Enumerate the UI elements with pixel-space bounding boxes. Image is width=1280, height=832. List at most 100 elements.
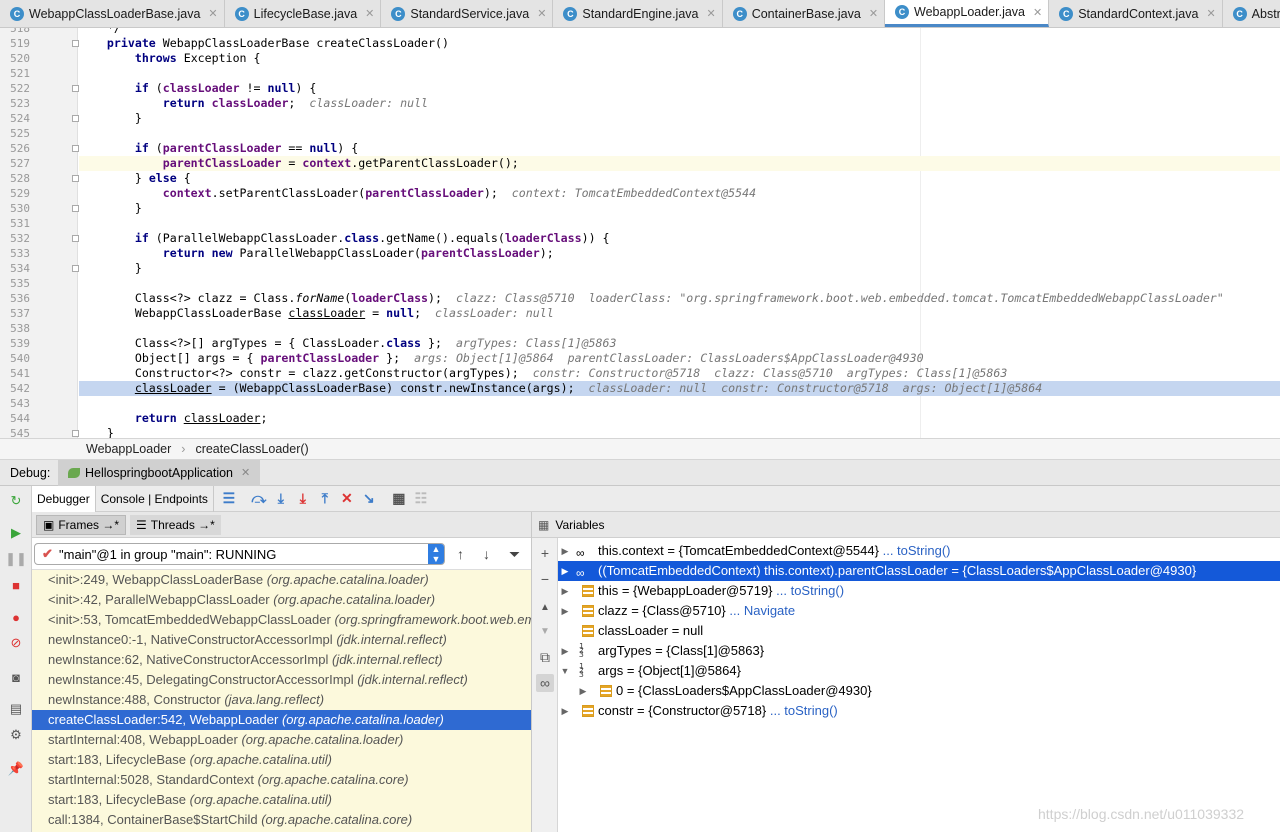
code-line[interactable]: Object[] args = { parentClassLoader }; a… bbox=[79, 351, 1280, 366]
add-watch-icon[interactable]: + bbox=[536, 544, 554, 562]
variables-tree[interactable]: ▶ ∞ this.context = {TomcatEmbeddedContext@… bbox=[558, 538, 1280, 832]
frame-item[interactable]: call:1384, ContainerBase$StartChild (org… bbox=[32, 810, 531, 830]
resume-icon[interactable]: ▶ bbox=[7, 524, 25, 542]
frame-item[interactable]: newInstance:62, NativeConstructorAccesso… bbox=[32, 650, 531, 670]
copy-icon[interactable]: ⧉ bbox=[536, 648, 554, 666]
close-icon[interactable]: ✕ bbox=[706, 7, 715, 20]
step-into-icon[interactable]: ⤓ bbox=[270, 488, 292, 510]
close-icon[interactable]: ✕ bbox=[241, 466, 250, 479]
expand-arrow-icon[interactable]: ▶ bbox=[578, 681, 588, 701]
frame-item[interactable]: <init>:249, WebappClassLoaderBase (org.a… bbox=[32, 570, 531, 590]
code-line[interactable]: } else { bbox=[79, 171, 1280, 186]
expand-arrow-icon[interactable]: ▶ bbox=[560, 701, 570, 721]
code-line[interactable] bbox=[79, 66, 1280, 81]
variable-row[interactable]: ▶ constr = {Constructor@5718} ... toStrin… bbox=[558, 701, 1280, 721]
variable-link[interactable]: ... Navigate bbox=[729, 603, 795, 618]
code-line[interactable] bbox=[79, 126, 1280, 141]
layout-icon[interactable]: ▤ bbox=[7, 700, 25, 718]
close-icon[interactable]: ✕ bbox=[1033, 6, 1042, 19]
pause-icon[interactable]: ❚❚ bbox=[5, 550, 27, 568]
frame-item[interactable]: <init>:42, ParallelWebappClassLoader (or… bbox=[32, 590, 531, 610]
expand-arrow-icon[interactable]: ▶ bbox=[560, 601, 570, 621]
expand-arrow-icon[interactable]: ▶ bbox=[560, 541, 570, 561]
camera-icon[interactable]: ◙ bbox=[7, 668, 25, 686]
fold-marker[interactable] bbox=[72, 115, 79, 122]
code-line[interactable]: } bbox=[79, 111, 1280, 126]
breadcrumb-method[interactable]: createClassLoader() bbox=[195, 442, 308, 456]
thread-select[interactable]: ✔ "main"@1 in group "main": RUNNING ▲ ▼ bbox=[34, 543, 445, 565]
code-line[interactable]: } bbox=[79, 426, 1280, 438]
code-line[interactable]: } bbox=[79, 201, 1280, 216]
remove-watch-icon[interactable]: − bbox=[536, 570, 554, 588]
move-up-icon[interactable]: ▲ bbox=[536, 598, 554, 616]
variable-row[interactable]: ▼ 1 2 3 args = {Object[1]@5864} bbox=[558, 661, 1280, 681]
stop-icon[interactable]: ■ bbox=[7, 576, 25, 594]
code-line[interactable]: context.setParentClassLoader(parentClass… bbox=[79, 186, 1280, 201]
arrow-down-icon[interactable]: ↓ bbox=[483, 546, 490, 562]
code-editor[interactable]: 518 519 520 521 522 523 524 525 526 527 528 529 530 5… bbox=[0, 28, 1280, 438]
move-down-icon[interactable]: ▼ bbox=[536, 622, 554, 640]
frame-item[interactable]: createClassLoader:542, WebappLoader (org… bbox=[32, 710, 531, 730]
tab-3[interactable]: C StandardEngine.java ✕ bbox=[553, 0, 723, 27]
show-watches-icon[interactable]: ∞ bbox=[536, 674, 554, 692]
close-icon[interactable]: ✕ bbox=[869, 7, 878, 20]
expand-arrow-icon[interactable]: ▶ bbox=[560, 641, 570, 661]
frame-item[interactable]: start:183, LifecycleBase (org.apache.cat… bbox=[32, 790, 531, 810]
variable-row[interactable]: ▶ clazz = {Class@5710} ... Navigate bbox=[558, 601, 1280, 621]
fold-marker[interactable] bbox=[72, 145, 79, 152]
code-line[interactable]: WebappClassLoaderBase classLoader = null… bbox=[79, 306, 1280, 321]
fold-marker[interactable] bbox=[72, 205, 79, 212]
code-line[interactable]: */ bbox=[79, 28, 1280, 36]
show-execution-point-icon[interactable]: ☰ bbox=[218, 488, 240, 510]
frame-item[interactable]: startInternal:5028, StandardContext (org… bbox=[32, 770, 531, 790]
settings-icon[interactable]: ⚙ bbox=[7, 726, 25, 744]
frame-item[interactable]: newInstance:488, Constructor (java.lang.… bbox=[32, 690, 531, 710]
tab-1[interactable]: C LifecycleBase.java ✕ bbox=[225, 0, 382, 27]
code-line[interactable]: if (ParallelWebappClassLoader.class.getN… bbox=[79, 231, 1280, 246]
expand-arrow-icon[interactable]: ▼ bbox=[560, 661, 570, 681]
code-line[interactable]: throws Exception { bbox=[79, 51, 1280, 66]
step-out-icon[interactable]: ⤒ bbox=[314, 488, 336, 510]
frame-item[interactable]: <init>:53, TomcatEmbeddedWebappClassLoad… bbox=[32, 610, 531, 630]
frame-item[interactable]: newInstance0:-1, NativeConstructorAccess… bbox=[32, 630, 531, 650]
rerun-icon[interactable]: ↻ bbox=[7, 492, 25, 510]
view-breakpoints-icon[interactable]: ● bbox=[7, 608, 25, 626]
tab-6[interactable]: C StandardContext.java ✕ bbox=[1049, 0, 1223, 27]
tab-console-endpoints[interactable]: Console | Endpoints bbox=[96, 485, 214, 512]
tab-7[interactable]: CAbstractExecutorServic✕ bbox=[1223, 0, 1280, 27]
evaluate-expression-icon[interactable]: ▦ bbox=[388, 488, 410, 510]
frame-item[interactable]: newInstance:45, DelegatingConstructorAcc… bbox=[32, 670, 531, 690]
drop-frame-icon[interactable]: ✕ bbox=[336, 488, 358, 510]
close-icon[interactable]: ✕ bbox=[365, 7, 374, 20]
code-line[interactable]: if (parentClassLoader == null) { bbox=[79, 141, 1280, 156]
code-line[interactable]: private WebappClassLoaderBase createClas… bbox=[79, 36, 1280, 51]
code-line[interactable] bbox=[79, 321, 1280, 336]
run-to-cursor-icon[interactable]: ↘ bbox=[358, 488, 380, 510]
code-line[interactable]: Constructor<?> constr = clazz.getConstru… bbox=[79, 366, 1280, 381]
fold-marker[interactable] bbox=[72, 235, 79, 242]
force-step-into-icon[interactable]: ⤓ bbox=[292, 488, 314, 510]
tab-frames[interactable]: ▣ Frames →* bbox=[36, 514, 127, 535]
code-line[interactable]: } bbox=[79, 261, 1280, 276]
debug-session-tab[interactable]: HellospringbootApplication ✕ bbox=[58, 459, 261, 486]
variable-link[interactable]: ... toString() bbox=[770, 703, 838, 718]
fold-marker[interactable] bbox=[72, 85, 79, 92]
filter-icon[interactable]: ⏷ bbox=[509, 546, 520, 563]
variable-row[interactable]: classLoader = null bbox=[558, 621, 1280, 641]
tab-5[interactable]: C WebappLoader.java ✕ bbox=[885, 0, 1050, 27]
mute-breakpoints-icon[interactable]: ⊘ bbox=[7, 634, 25, 652]
code-line[interactable]: if (classLoader != null) { bbox=[79, 81, 1280, 96]
chevron-updown-icon[interactable]: ▲ ▼ bbox=[428, 544, 444, 564]
variable-link[interactable]: ... toString() bbox=[776, 583, 844, 598]
code-line[interactable]: return classLoader; bbox=[79, 411, 1280, 426]
variable-link[interactable]: ... toString() bbox=[883, 543, 951, 558]
frames-list[interactable]: <init>:249, WebappClassLoaderBase (org.a… bbox=[32, 570, 531, 832]
variable-row[interactable]: ▶ ∞ ((TomcatEmbeddedContext) this.context)… bbox=[558, 561, 1280, 581]
step-over-icon[interactable]: ⤼ bbox=[248, 488, 270, 510]
fold-marker[interactable] bbox=[72, 175, 79, 182]
pin-icon[interactable]: 📌 bbox=[7, 760, 25, 778]
fold-marker[interactable] bbox=[72, 40, 79, 47]
tab-4[interactable]: C ContainerBase.java ✕ bbox=[723, 0, 886, 27]
variable-row[interactable]: ▶ this = {WebappLoader@5719} ... toString… bbox=[558, 581, 1280, 601]
close-icon[interactable]: ✕ bbox=[208, 7, 217, 20]
